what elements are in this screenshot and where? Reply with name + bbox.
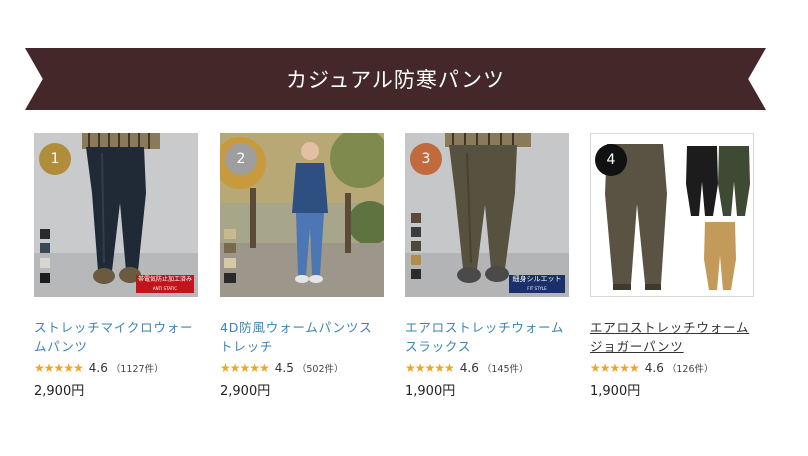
product-price: 1,900円	[405, 384, 456, 399]
section-title: カジュアル防寒パンツ	[286, 68, 505, 92]
rating: ★★★★★ 4.6 （126件）	[590, 360, 758, 376]
product-card: 細身シルエット FIT STYLE 3 エアロストレッチウォームスラックス ★★…	[405, 133, 573, 399]
rating-stars-icon: ★★★★★	[34, 361, 84, 375]
rank-badge: 1	[39, 143, 71, 175]
feature-badge-sub: FIT STYLE	[527, 286, 547, 291]
product-name-link[interactable]: 4D防風ウォームパンツストレッチ	[220, 318, 384, 356]
product-card: 4 エアロストレッチウォームジョガーパンツ ★★★★★ 4.6 （126件） 1…	[590, 133, 758, 399]
review-count: （502件）	[296, 364, 344, 375]
rating-stars-icon: ★★★★★	[405, 361, 455, 375]
rank-badge: 4	[595, 144, 627, 176]
rating: ★★★★★ 4.5 （502件）	[220, 360, 388, 376]
product-list: 帯電気防止加工済み ANTI STATIC 1 ストレッチマイクロウォームパンツ…	[34, 133, 794, 403]
rank-badge: 2	[225, 143, 257, 175]
rating: ★★★★★ 4.6 （1127件）	[34, 360, 202, 376]
rating-score: 4.6	[644, 361, 664, 375]
feature-badge: 帯電気防止加工済み ANTI STATIC	[136, 275, 194, 293]
rating-score: 4.6	[88, 361, 108, 375]
product-price: 2,900円	[220, 384, 271, 399]
product-card: 2 4D防風ウォームパンツストレッチ ★★★★★ 4.5 （502件） 2,90…	[220, 133, 388, 399]
product-image-3[interactable]: 細身シルエット FIT STYLE 3	[405, 133, 569, 297]
product-card: 帯電気防止加工済み ANTI STATIC 1 ストレッチマイクロウォームパンツ…	[34, 133, 202, 399]
product-price: 2,900円	[34, 384, 85, 399]
product-image-4[interactable]: 4	[590, 133, 754, 297]
product-image-1[interactable]: 帯電気防止加工済み ANTI STATIC 1	[34, 133, 198, 297]
product-image-2[interactable]: 2	[220, 133, 384, 297]
product-name-link[interactable]: エアロストレッチウォームスラックス	[405, 318, 569, 356]
rating: ★★★★★ 4.6 （145件）	[405, 360, 573, 376]
feature-badge-text: 帯電気防止加工済み	[137, 276, 192, 283]
feature-badge-text: 細身シルエット	[512, 275, 562, 283]
product-name-link[interactable]: エアロストレッチウォームジョガーパンツ	[590, 318, 754, 356]
rank-badge: 3	[410, 143, 442, 175]
review-count: （126件）	[666, 364, 714, 375]
rating-stars-icon: ★★★★★	[220, 361, 270, 375]
feature-badge-sub: ANTI STATIC	[152, 286, 178, 291]
section-banner: カジュアル防寒パンツ	[25, 48, 766, 110]
feature-badge: 細身シルエット FIT STYLE	[509, 275, 565, 293]
review-count: （1127件）	[110, 364, 164, 375]
product-name-link[interactable]: ストレッチマイクロウォームパンツ	[34, 318, 198, 356]
rating-score: 4.5	[274, 361, 294, 375]
rating-stars-icon: ★★★★★	[590, 361, 640, 375]
rating-score: 4.6	[459, 361, 479, 375]
review-count: （145件）	[481, 364, 529, 375]
product-price: 1,900円	[590, 384, 641, 399]
